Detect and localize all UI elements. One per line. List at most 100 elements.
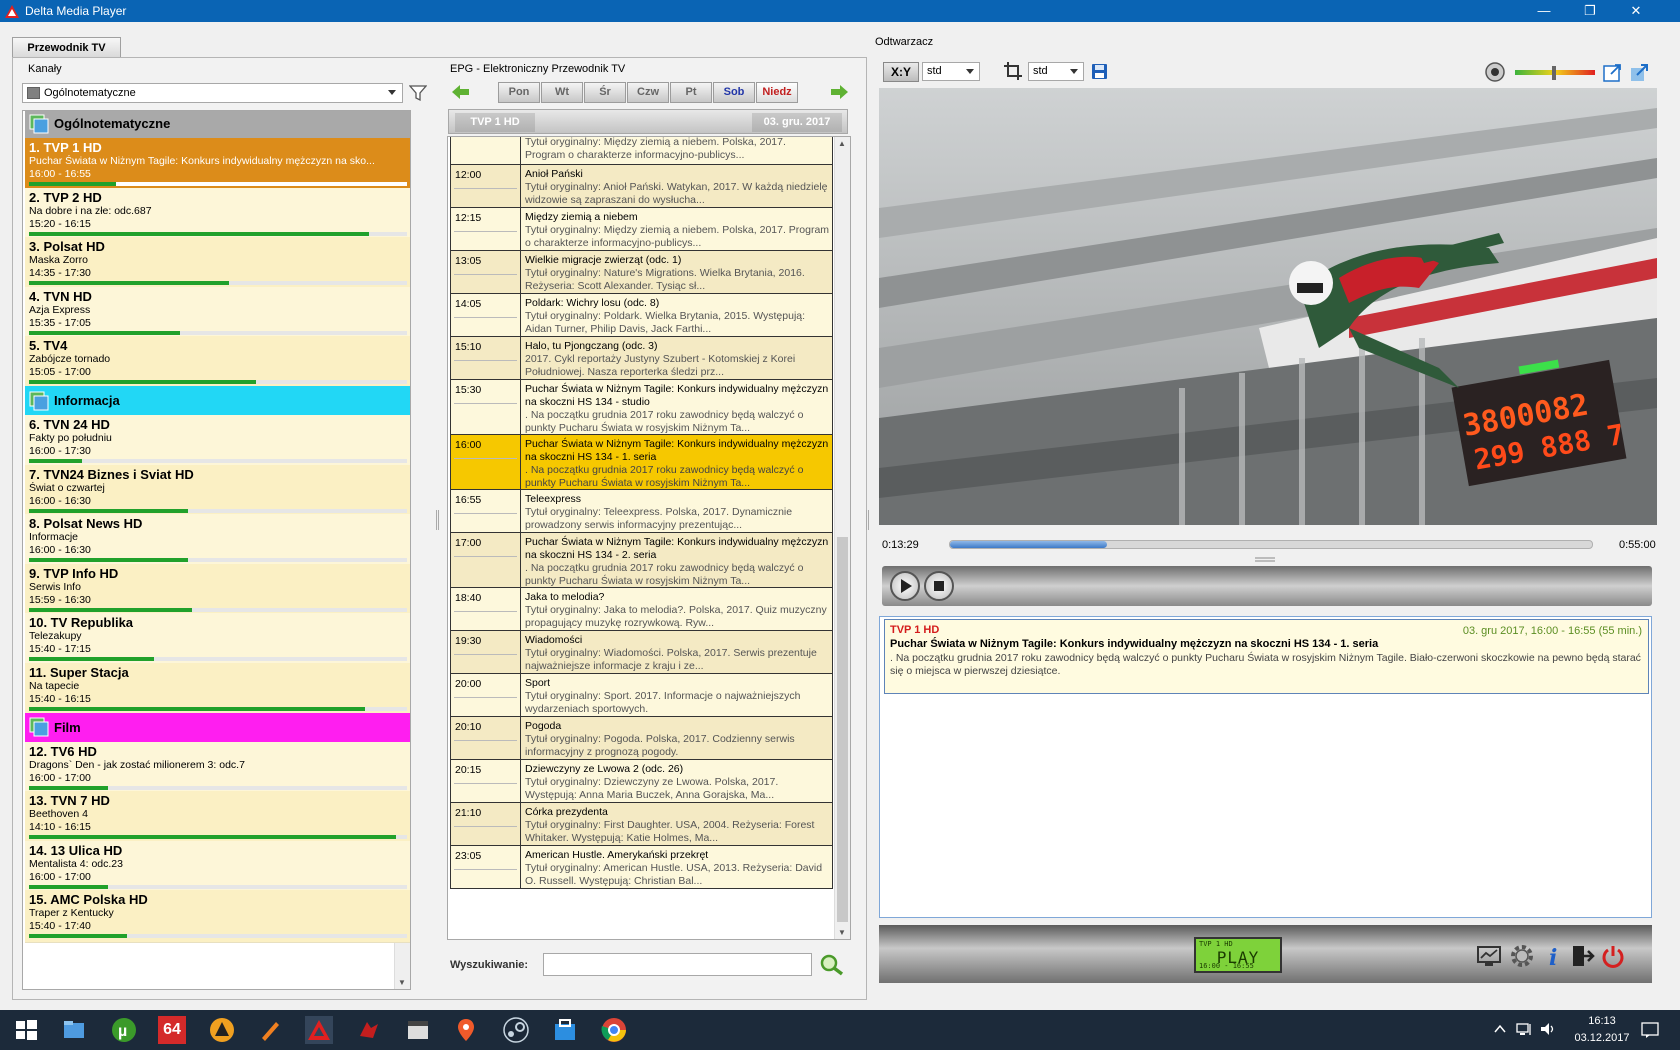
epg-row[interactable]: 13:05 Wielkie migracje zwierząt (odc. 1) T… (450, 251, 833, 294)
panel-resize-grip-icon[interactable] (1255, 557, 1275, 563)
scroll-down-icon[interactable]: ▼ (838, 928, 846, 937)
taskbar-clock[interactable]: 16:13 03.12.2017 (1574, 1013, 1630, 1047)
channel-row[interactable]: 11. Super Stacja Na tapecie 15:40 - 16:15 (25, 663, 410, 716)
epg-row[interactable]: 12:15 Między ziemią a niebem Tytuł orygina… (450, 208, 833, 251)
search-input[interactable] (543, 953, 812, 976)
save-icon[interactable] (1091, 63, 1108, 80)
scroll-down-icon[interactable]: ▼ (398, 978, 406, 987)
channel-row[interactable]: 1. TVP 1 HD Puchar Świata w Niżnym Tagile… (25, 138, 410, 191)
epg-row[interactable]: 15:10 Halo, tu Pjongczang (odc. 3) 2017. C… (450, 337, 833, 380)
scroll-up-icon[interactable]: ▲ (838, 139, 846, 148)
filter-icon[interactable] (409, 84, 427, 102)
close-button[interactable]: ✕ (1613, 0, 1659, 22)
delta-player-taskbar-icon[interactable] (305, 1016, 333, 1044)
category-header[interactable]: Informacja (25, 386, 410, 415)
day-tab[interactable]: Niedz (756, 82, 798, 103)
steam-icon[interactable] (502, 1016, 530, 1044)
day-tab[interactable]: Czw (627, 82, 669, 103)
channel-row[interactable]: 15. AMC Polska HD Traper z Kentucky 15:40 … (25, 890, 410, 944)
channel-row[interactable]: 3. Polsat HD Maska Zorro 14:35 - 17:30 (25, 237, 410, 291)
minimize-button[interactable]: — (1521, 0, 1567, 22)
epg-row[interactable]: 14:05 Poldark: Wichry losu (odc. 8) Tytuł … (450, 294, 833, 337)
day-tab[interactable]: Pt (670, 82, 712, 103)
map-pin-app-icon[interactable] (452, 1016, 480, 1044)
stop-button[interactable] (924, 571, 954, 601)
day-tab[interactable]: Wt (541, 82, 583, 103)
epg-row[interactable]: 21:10 Córka prezydenta Tytuł oryginalny: F… (450, 803, 833, 846)
epg-row[interactable]: 20:10 Pogoda Tytuł oryginalny: Pogoda. Pol… (450, 717, 833, 760)
maximize-button[interactable]: ❐ (1567, 0, 1613, 22)
scrollbar-thumb[interactable] (837, 537, 848, 922)
power-icon[interactable] (1600, 943, 1626, 969)
channel-program: Azja Express (29, 303, 91, 316)
windows-start-icon[interactable] (12, 1016, 40, 1044)
crop-icon[interactable] (1003, 61, 1023, 81)
epg-row[interactable]: 15:30 Puchar Świata w Niżnym Tagile: Konk… (450, 380, 833, 435)
day-tab[interactable]: Sob (713, 82, 755, 103)
detach-icon[interactable] (1630, 63, 1649, 82)
channel-row[interactable]: 2. TVP 2 HD Na dobre i na złe: odc.687 15:… (25, 187, 410, 241)
epg-row[interactable]: 17:00 Puchar Świata w Niżnym Tagile: Konk… (450, 533, 833, 588)
epg-row[interactable]: 12:00 Anioł Pański Tytuł oryginalny: Anioł… (450, 165, 833, 208)
info-icon[interactable]: i (1541, 943, 1567, 969)
snapshot-icon[interactable] (1484, 61, 1506, 83)
channel-row[interactable]: 7. TVN24 Biznes i Sviat HD Świat o czwart… (25, 464, 410, 518)
video-screen[interactable]: 3800082 299 888 7 (879, 88, 1657, 525)
network-icon[interactable] (1516, 1021, 1534, 1037)
channel-row[interactable]: 6. TVN 24 HD Fakty po południu 16:00 - 17:… (25, 415, 410, 468)
seek-bar[interactable] (949, 540, 1593, 549)
notifications-icon[interactable] (1640, 1021, 1660, 1039)
epg-text-cell: Halo, tu Pjongczang (odc. 3) 2017. Cykl r… (525, 340, 831, 379)
volume-slider[interactable] (1515, 66, 1595, 80)
channel-row[interactable]: 10. TV Republika Telezakupy 15:40 - 17:15 (25, 613, 410, 667)
category-header[interactable]: Film (25, 712, 410, 742)
epg-row[interactable]: 20:00 Sport Tytuł oryginalny: Sport. 2017.… (450, 674, 833, 717)
monitor-icon[interactable] (1476, 943, 1502, 969)
day-tab[interactable]: Śr (584, 82, 626, 103)
red-dragon-app-icon[interactable] (355, 1016, 383, 1044)
aspect-ratio-button[interactable]: X:Y (883, 62, 919, 82)
channel-row[interactable]: 14. 13 Ulica HD Mentalista 4: odc.23 16:00… (25, 840, 410, 894)
tab-przewodnik-tv[interactable]: Przewodnik TV (12, 37, 121, 58)
program-progress-bar (29, 607, 407, 612)
epg-row[interactable]: 16:00 Puchar Świata w Niżnym Tagile: Konk… (450, 435, 833, 490)
store-bag-icon[interactable] (551, 1016, 579, 1044)
triangle-app-icon[interactable] (208, 1016, 236, 1044)
clapper-app-icon[interactable] (404, 1016, 432, 1044)
fullscreen-icon[interactable] (1603, 63, 1622, 82)
file-explorer-icon[interactable] (60, 1016, 88, 1044)
play-button[interactable] (890, 571, 920, 601)
channel-row[interactable]: 8. Polsat News HD Informacje 16:00 - 16:30 (25, 514, 410, 568)
epg-row[interactable]: 18:40 Jaka to melodia? Tytuł oryginalny: J… (450, 588, 833, 631)
splitter-handle[interactable] (436, 510, 439, 530)
prev-day-arrow-icon[interactable] (452, 85, 470, 99)
tray-expand-icon[interactable] (1494, 1024, 1506, 1034)
category-header[interactable]: Ogólnotematyczne (25, 111, 410, 138)
utorrent-icon[interactable]: µ (110, 1016, 138, 1044)
search-icon[interactable] (820, 954, 844, 976)
aspect-select[interactable]: std (922, 62, 980, 81)
channel-row[interactable]: 5. TV4 Zabójcze tornado 15:05 - 17:00 (25, 336, 410, 390)
channel-row[interactable]: 4. TVN HD Azja Express 15:35 - 17:05 (25, 286, 410, 340)
channel-row[interactable]: 13. TVN 7 HD Beethoven 4 14:10 - 16:15 (25, 791, 410, 845)
chrome-icon[interactable] (600, 1016, 628, 1044)
crop-select[interactable]: std (1028, 62, 1084, 81)
day-tab[interactable]: Pon (498, 82, 540, 103)
channel-time: 14:10 - 16:15 (29, 821, 91, 834)
channel-row[interactable]: 12. TV6 HD Dragons` Den - jak zostać mili… (25, 741, 410, 795)
settings-gear-icon[interactable] (1509, 943, 1535, 969)
epg-scrollbar[interactable]: ▲ ▼ (834, 137, 850, 939)
epg-row[interactable]: 16:55 Teleexpress Tytuł oryginalny: Teleex… (450, 490, 833, 533)
pen-app-icon[interactable] (256, 1016, 284, 1044)
splitter-handle[interactable] (866, 510, 869, 530)
exit-icon[interactable] (1569, 943, 1595, 969)
channel-row[interactable]: 9. TVP Info HD Serwis Info 15:59 - 16:30 (25, 563, 410, 617)
epg-row[interactable]: 23:05 American Hustle. Amerykański przekr… (450, 846, 833, 889)
app-64-icon[interactable]: 64 (158, 1016, 186, 1044)
next-day-arrow-icon[interactable] (830, 85, 848, 99)
epg-row-partial[interactable]: Tytuł oryginalny: Między ziemią a niebem… (450, 137, 833, 165)
volume-icon[interactable] (1539, 1021, 1557, 1037)
channel-group-select[interactable]: Ogólnotematyczne (22, 83, 403, 103)
epg-row[interactable]: 20:15 Dziewczyny ze Lwowa 2 (odc. 26) Tytu… (450, 760, 833, 803)
epg-row[interactable]: 19:30 Wiadomości Tytuł oryginalny: Wiadomo… (450, 631, 833, 674)
